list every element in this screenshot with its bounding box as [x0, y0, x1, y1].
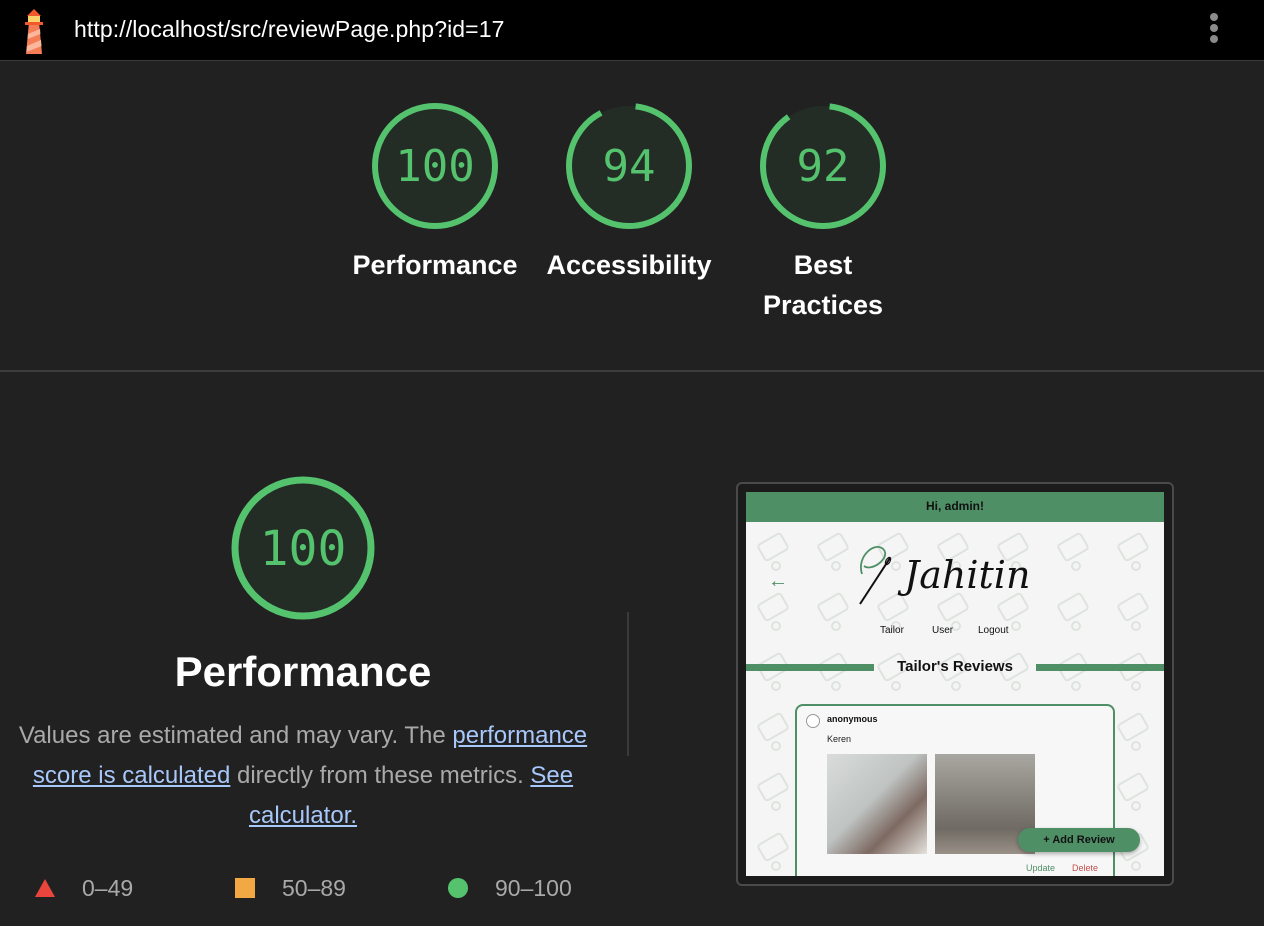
review-text: Keren: [827, 734, 852, 744]
url-text: http://localhost/src/reviewPage.php?id=1…: [74, 16, 505, 42]
section-divider: [0, 370, 1264, 372]
back-arrow-icon[interactable]: ←: [768, 570, 788, 593]
review-username: anonymous: [827, 714, 878, 724]
nav-tailor[interactable]: Tailor: [880, 625, 904, 636]
orange-square-icon: [235, 878, 255, 898]
greeting-bar: Hi, admin!: [746, 492, 1164, 522]
gauge-score: 100: [395, 141, 474, 192]
gauge-label: Performance: [352, 250, 518, 280]
gauge-label: Best Practices: [762, 250, 884, 320]
more-vert-icon[interactable]: [1200, 12, 1228, 48]
gauge-ring: 100: [372, 103, 498, 229]
gauge-score: 94: [603, 141, 656, 192]
brand-wordmark: Jahitin: [897, 553, 1030, 597]
gauge-ring: 94: [566, 103, 692, 229]
gauge-score: 92: [797, 141, 850, 192]
performance-big-gauge: 100: [231, 476, 375, 620]
delete-link[interactable]: Delete: [1072, 863, 1098, 873]
top-bar: http://localhost/src/reviewPage.php?id=1…: [0, 0, 1264, 61]
reviews-heading: Tailor's Reviews: [897, 658, 1013, 675]
page-screenshot: Hi, admin! ← Jahitin Tailor User Logout …: [746, 492, 1164, 876]
legend-average: 50–89: [234, 872, 346, 904]
lighthouse-icon: [25, 9, 43, 54]
needle-logo-icon: Jahitin: [859, 546, 1030, 605]
green-circle-icon: [448, 878, 468, 898]
vertical-divider: [627, 612, 629, 756]
gauge-best-practices[interactable]: 92 Best Practices: [728, 101, 918, 325]
update-link[interactable]: Update: [1026, 863, 1055, 873]
red-triangle-icon: [35, 879, 55, 897]
avatar-icon: [806, 714, 820, 728]
nav-logout[interactable]: Logout: [978, 625, 1009, 636]
legend-range: 50–89: [282, 874, 346, 901]
gauge-ring: 92: [760, 103, 886, 229]
legend-fail: 0–49: [34, 872, 133, 904]
nav-user[interactable]: User: [932, 625, 953, 636]
performance-score: 100: [260, 521, 347, 577]
review-photo-tailor: [827, 754, 927, 854]
gauge-label: Accessibility: [546, 250, 712, 280]
legend-range: 0–49: [82, 874, 134, 901]
gauge-accessibility[interactable]: 94 Accessibility: [534, 101, 724, 285]
desc-middle: directly from these metrics.: [230, 762, 531, 789]
legend-pass: 90–100: [447, 872, 572, 904]
desc-prefix: Values are estimated and may vary. The: [18, 722, 453, 749]
performance-title: Performance: [174, 648, 432, 695]
gauge-performance[interactable]: 100 Performance: [340, 101, 530, 285]
performance-description: Values are estimated and may vary. The p…: [10, 716, 596, 836]
legend-range: 90–100: [495, 874, 572, 901]
add-review-button[interactable]: + Add Review: [1018, 828, 1140, 852]
